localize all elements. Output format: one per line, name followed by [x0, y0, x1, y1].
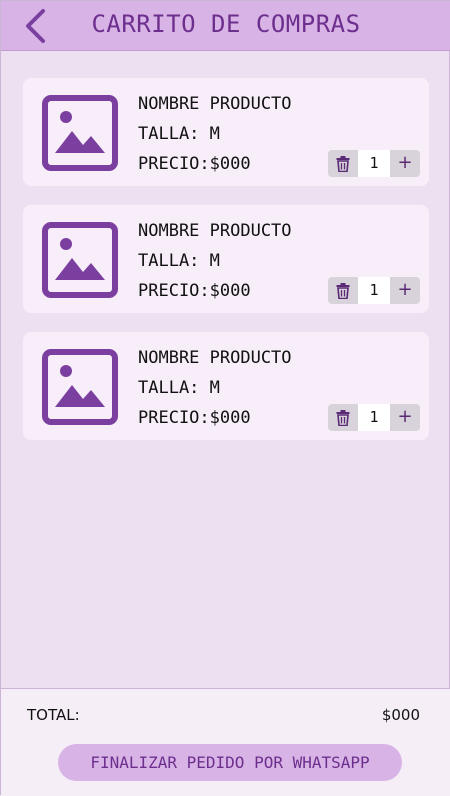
cart-item: NOMBRE PRODUCTO TALLA: M PRECIO:$000 1 +: [23, 332, 429, 440]
product-size: TALLA: M: [138, 251, 220, 271]
delete-item-button[interactable]: [328, 277, 358, 304]
total-value: $000: [381, 706, 420, 724]
product-price: PRECIO:$000: [138, 408, 251, 428]
product-price: PRECIO:$000: [138, 281, 251, 301]
product-name: NOMBRE PRODUCTO: [138, 348, 292, 368]
trash-icon: [336, 155, 350, 172]
image-placeholder-icon: [42, 349, 118, 425]
quantity-value[interactable]: 1: [358, 404, 390, 431]
delete-item-button[interactable]: [328, 150, 358, 177]
product-name: NOMBRE PRODUCTO: [138, 221, 292, 241]
cart-screen: CARRITO DE COMPRAS NOMBRE PRODUCTO TALLA…: [0, 0, 450, 796]
image-placeholder-icon: [42, 95, 118, 171]
quantity-stepper: 1 +: [328, 277, 420, 304]
cart-footer: TOTAL: $000 FINALIZAR PEDIDO POR WHATSAP…: [1, 688, 450, 796]
increase-quantity-button[interactable]: +: [390, 277, 420, 304]
product-price: PRECIO:$000: [138, 154, 251, 174]
quantity-value[interactable]: 1: [358, 150, 390, 177]
trash-icon: [336, 282, 350, 299]
delete-item-button[interactable]: [328, 404, 358, 431]
trash-icon: [336, 409, 350, 426]
product-name: NOMBRE PRODUCTO: [138, 94, 292, 114]
checkout-whatsapp-button[interactable]: FINALIZAR PEDIDO POR WHATSAPP: [58, 744, 402, 781]
quantity-stepper: 1 +: [328, 150, 420, 177]
cart-item: NOMBRE PRODUCTO TALLA: M PRECIO:$000 1 +: [23, 205, 429, 313]
quantity-stepper: 1 +: [328, 404, 420, 431]
cart-item: NOMBRE PRODUCTO TALLA: M PRECIO:$000 1 +: [23, 78, 429, 186]
increase-quantity-button[interactable]: +: [390, 150, 420, 177]
image-placeholder-icon: [42, 222, 118, 298]
quantity-value[interactable]: 1: [358, 277, 390, 304]
cart-list: NOMBRE PRODUCTO TALLA: M PRECIO:$000 1 +: [23, 78, 429, 459]
increase-quantity-button[interactable]: +: [390, 404, 420, 431]
product-size: TALLA: M: [138, 124, 220, 144]
page-title: CARRITO DE COMPRAS: [91, 10, 361, 38]
header-bar: CARRITO DE COMPRAS: [1, 1, 450, 51]
total-label: TOTAL:: [27, 706, 80, 724]
product-size: TALLA: M: [138, 378, 220, 398]
